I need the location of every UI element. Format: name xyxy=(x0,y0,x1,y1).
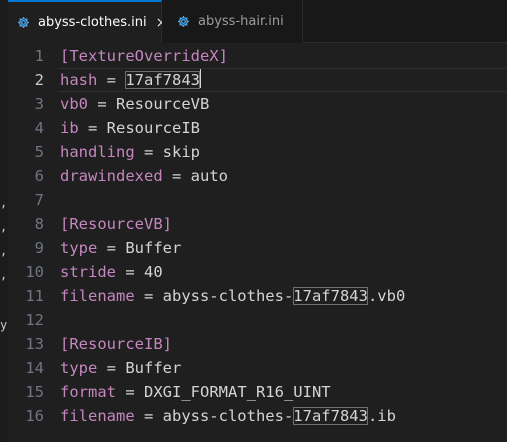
ini-key: vb0 xyxy=(60,95,88,113)
line-number: 3 xyxy=(34,95,44,113)
line-code: [ResourceIB] xyxy=(60,332,172,356)
code-line[interactable]: 13 [ResourceIB] xyxy=(8,332,507,356)
line-number: 2 xyxy=(34,71,44,89)
ini-value: = xyxy=(97,71,126,89)
code-line[interactable]: 1 [TextureOverrideX] xyxy=(8,44,507,68)
line-code: filename = abyss-clothes-17af7843.ib xyxy=(60,404,396,428)
line-number: 11 xyxy=(25,287,44,305)
left-pane-char: , xyxy=(0,196,8,210)
section-header: [TextureOverrideX] xyxy=(60,47,228,65)
ini-value: = skip xyxy=(134,143,200,161)
ini-value: = abyss-clothes- xyxy=(134,287,294,305)
ini-key: type xyxy=(60,239,98,257)
line-code: stride = 40 xyxy=(60,260,163,284)
ini-key: type xyxy=(60,359,98,377)
ini-value: = auto xyxy=(162,167,228,185)
tab-bar: abyss-clothes.ini × abyss-hair.ini xyxy=(8,0,507,43)
line-code: type = Buffer xyxy=(60,356,181,380)
code-line[interactable]: 9 type = Buffer xyxy=(8,236,507,260)
line-number: 8 xyxy=(34,215,44,233)
text-cursor xyxy=(199,69,201,88)
line-code: vb0 = ResourceVB xyxy=(60,92,209,116)
ini-value: = ResourceIB xyxy=(78,119,200,137)
code-line[interactable]: 5 handling = skip xyxy=(8,140,507,164)
tab-label: abyss-hair.ini xyxy=(198,14,284,29)
tab-abyss-clothes[interactable]: abyss-clothes.ini × xyxy=(8,0,167,43)
neighbour-pane-edge: , , , , y xyxy=(0,0,8,442)
search-match: 17af7843 xyxy=(293,407,368,425)
code-editor[interactable]: 1 [TextureOverrideX] 2 hash = 17af7843 3 vb0 … xyxy=(8,43,507,442)
line-code: hash = 17af7843 xyxy=(60,68,201,92)
gear-icon xyxy=(177,15,190,28)
line-number: 7 xyxy=(34,191,44,209)
line-code: [TextureOverrideX] xyxy=(60,44,228,68)
line-number: 9 xyxy=(34,239,44,257)
ini-key: format xyxy=(60,383,116,401)
ini-key: stride xyxy=(60,263,116,281)
tab-label: abyss-clothes.ini xyxy=(38,15,147,30)
code-line[interactable]: 14 type = Buffer xyxy=(8,356,507,380)
code-line[interactable]: 16 filename = abyss-clothes-17af7843.ib xyxy=(8,404,507,428)
code-line[interactable]: 12 xyxy=(8,308,507,332)
line-number: 16 xyxy=(25,407,44,425)
line-code: drawindexed = auto xyxy=(60,164,228,188)
left-pane-char: , xyxy=(0,244,8,258)
ini-value: .ib xyxy=(367,407,396,425)
line-code: [ResourceVB] xyxy=(60,212,172,236)
line-number: 6 xyxy=(34,167,44,185)
search-match: 17af7843 xyxy=(293,287,368,305)
line-number: 12 xyxy=(25,311,44,329)
code-line[interactable]: 15 format = DXGI_FORMAT_R16_UINT xyxy=(8,380,507,404)
ini-key: handling xyxy=(60,143,135,161)
ini-key: ib xyxy=(60,119,79,137)
code-line[interactable]: 7 xyxy=(8,188,507,212)
search-match: 17af7843 xyxy=(125,71,200,89)
line-code: handling = skip xyxy=(60,140,200,164)
section-header: [ResourceVB] xyxy=(60,215,172,233)
code-line[interactable]: 4 ib = ResourceIB xyxy=(8,116,507,140)
line-number: 10 xyxy=(25,263,44,281)
code-line[interactable]: 11 filename = abyss-clothes-17af7843.vb0 xyxy=(8,284,507,308)
ini-key: filename xyxy=(60,287,135,305)
ini-key: filename xyxy=(60,407,135,425)
gear-icon xyxy=(17,16,30,29)
line-number: 15 xyxy=(25,383,44,401)
ini-value: = abyss-clothes- xyxy=(134,407,294,425)
ini-value: .vb0 xyxy=(367,287,406,305)
line-number: 13 xyxy=(25,335,44,353)
code-line[interactable]: 2 hash = 17af7843 xyxy=(8,68,507,92)
line-code: type = Buffer xyxy=(60,236,181,260)
code-line[interactable]: 3 vb0 = ResourceVB xyxy=(8,92,507,116)
editor-window: , , , , y abyss-clothes.ini × xyxy=(0,0,507,442)
line-code: filename = abyss-clothes-17af7843.vb0 xyxy=(60,284,405,308)
line-number: 5 xyxy=(34,143,44,161)
left-pane-char: , xyxy=(0,268,8,282)
section-header: [ResourceIB] xyxy=(60,335,172,353)
left-pane-char: y xyxy=(0,318,8,332)
code-line[interactable]: 8 [ResourceVB] xyxy=(8,212,507,236)
ini-value: = Buffer xyxy=(97,239,182,257)
code-line[interactable]: 6 drawindexed = auto xyxy=(8,164,507,188)
code-line[interactable]: 10 stride = 40 xyxy=(8,260,507,284)
ini-value: = ResourceVB xyxy=(88,95,210,113)
ini-key: hash xyxy=(60,71,98,89)
line-number: 14 xyxy=(25,359,44,377)
line-number: 1 xyxy=(34,47,44,65)
line-code: format = DXGI_FORMAT_R16_UINT xyxy=(60,380,331,404)
tab-abyss-hair[interactable]: abyss-hair.ini xyxy=(162,0,303,43)
line-code: ib = ResourceIB xyxy=(60,116,200,140)
ini-value: = Buffer xyxy=(97,359,182,377)
ini-key: drawindexed xyxy=(60,167,163,185)
line-number: 4 xyxy=(34,119,44,137)
left-pane-char: , xyxy=(0,220,8,234)
ini-value: = 40 xyxy=(116,263,163,281)
ini-value: = DXGI_FORMAT_R16_UINT xyxy=(116,383,331,401)
